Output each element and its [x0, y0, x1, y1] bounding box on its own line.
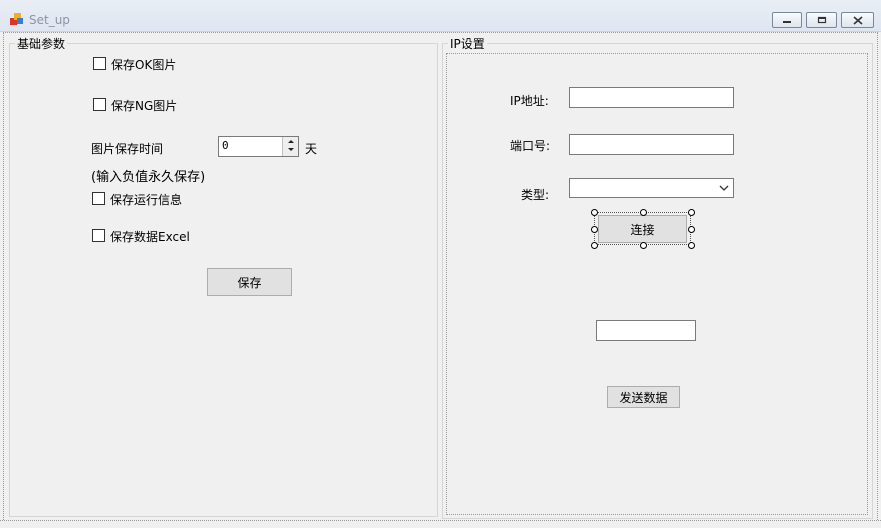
- resize-handle[interactable]: [591, 242, 598, 249]
- port-input[interactable]: [569, 134, 734, 155]
- resize-handle[interactable]: [688, 226, 695, 233]
- ip-group-title: IP设置: [448, 35, 487, 52]
- save-run-info-checkbox[interactable]: [92, 192, 105, 205]
- minimize-icon: [783, 21, 791, 23]
- resize-handle[interactable]: [591, 226, 598, 233]
- close-button[interactable]: [841, 12, 874, 28]
- stepper-buttons[interactable]: [282, 137, 298, 156]
- resize-handle[interactable]: [591, 209, 598, 216]
- send-data-button[interactable]: 发送数据: [607, 386, 680, 408]
- ip-address-input[interactable]: [569, 87, 734, 108]
- type-select[interactable]: [569, 178, 734, 198]
- save-ng-label: 保存NG图片: [111, 99, 178, 113]
- app-icon: [10, 13, 23, 25]
- window-title: Set_up: [29, 13, 70, 27]
- resize-handle[interactable]: [688, 209, 695, 216]
- save-button[interactable]: 保存: [207, 268, 292, 296]
- chevron-down-icon[interactable]: [718, 182, 730, 194]
- keep-hint: (输入负值永久保存): [91, 170, 206, 185]
- maximize-button[interactable]: [806, 12, 837, 28]
- resize-handle[interactable]: [640, 242, 647, 249]
- keep-time-unit: 天: [305, 142, 318, 156]
- save-ok-label: 保存OK图片: [111, 58, 177, 72]
- minimize-button[interactable]: [772, 12, 802, 28]
- type-label: 类型:: [521, 188, 550, 202]
- save-run-info-label: 保存运行信息: [110, 193, 183, 207]
- save-excel-checkbox[interactable]: [92, 229, 105, 242]
- resize-handle[interactable]: [640, 209, 647, 216]
- port-label: 端口号:: [510, 139, 551, 153]
- stepper-down-icon[interactable]: [283, 146, 299, 155]
- ip-address-label: IP地址:: [510, 94, 549, 108]
- keep-time-value: 0: [222, 139, 229, 152]
- save-ng-checkbox[interactable]: [93, 98, 106, 111]
- maximize-icon: [817, 16, 826, 24]
- connect-button[interactable]: 连接: [598, 215, 687, 243]
- ip-panel: [446, 53, 868, 515]
- title-bar: [0, 0, 881, 32]
- save-excel-label: 保存数据Excel: [110, 230, 190, 244]
- close-icon: [852, 15, 863, 25]
- bottom-edge: [0, 520, 881, 528]
- keep-time-label: 图片保存时间: [91, 142, 164, 156]
- save-ok-checkbox[interactable]: [93, 57, 106, 70]
- send-data-input[interactable]: [596, 320, 696, 341]
- stepper-up-icon[interactable]: [283, 137, 299, 146]
- basic-group-title: 基础参数: [15, 35, 68, 52]
- resize-handle[interactable]: [688, 242, 695, 249]
